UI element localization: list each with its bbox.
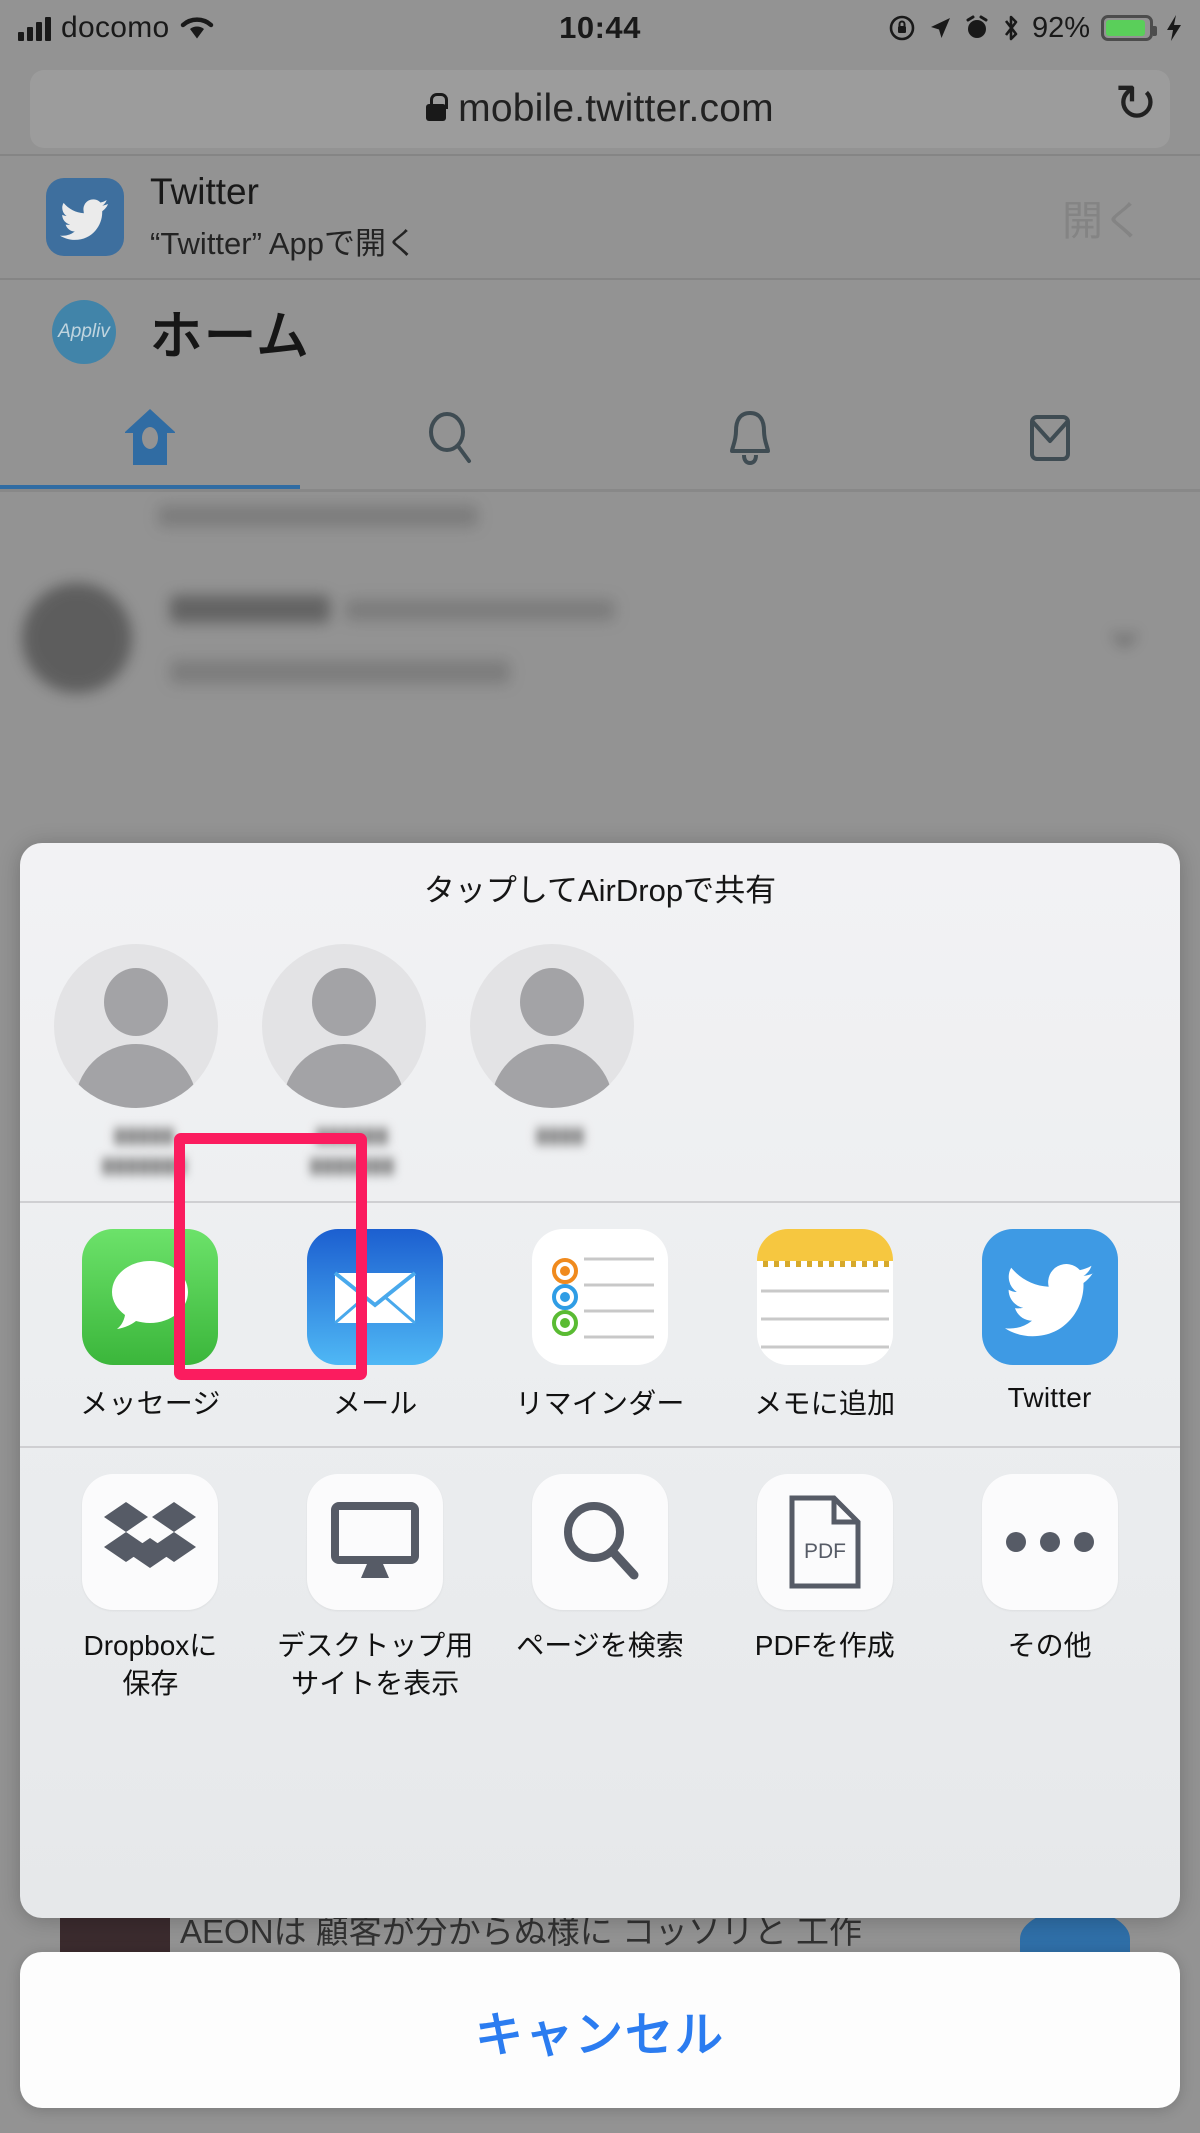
action-label-line1: PDFを作成 xyxy=(754,1630,895,1662)
action-label-line1: Dropboxに xyxy=(83,1630,218,1662)
contact-avatar xyxy=(262,944,426,1108)
action-label: デスクトップ用 サイトを表示 xyxy=(263,1627,488,1703)
ellipsis-icon xyxy=(981,1474,1118,1611)
airdrop-contact[interactable]: ▮▮▮▮▮ ▮▮▮▮▮▮▮ xyxy=(54,944,234,1179)
share-sheet: タップしてAirDropで共有 ▮▮▮▮▮ ▮▮▮▮▮▮▮ ▮▮▮▮▮▮ ▮▮▮▮▮… xyxy=(20,843,1180,1918)
share-app-twitter[interactable]: Twitter xyxy=(937,1229,1162,1422)
action-find-on-page[interactable]: ページを検索 xyxy=(488,1474,713,1703)
airdrop-contact[interactable]: ▮▮▮▮ xyxy=(470,944,650,1179)
mail-icon xyxy=(307,1229,444,1366)
notes-icon xyxy=(756,1229,893,1366)
contact-avatar xyxy=(470,944,634,1108)
action-label: Dropboxに 保存 xyxy=(38,1627,263,1703)
share-app-notes[interactable]: メモに追加 xyxy=(712,1229,937,1422)
action-label-line1: ページを検索 xyxy=(516,1630,684,1662)
action-label: その他 xyxy=(937,1627,1162,1665)
messages-icon xyxy=(82,1229,219,1366)
action-more[interactable]: その他 xyxy=(937,1474,1162,1703)
action-label-line2: 保存 xyxy=(122,1668,179,1700)
action-create-pdf[interactable]: PDF PDFを作成 xyxy=(712,1474,937,1703)
share-apps-row: メッセージ メール リマインダー メモに追加 Twitter xyxy=(20,1203,1180,1432)
cancel-button[interactable]: キャンセル xyxy=(20,1952,1180,2108)
contact-name: ▮▮▮▮▮▮ ▮▮▮▮▮▮▮ xyxy=(309,1122,395,1177)
action-save-to-dropbox[interactable]: Dropboxに 保存 xyxy=(38,1474,263,1703)
pdf-document-icon: PDF xyxy=(756,1474,893,1611)
airdrop-contact[interactable]: ▮▮▮▮▮▮ ▮▮▮▮▮▮▮ xyxy=(262,944,442,1179)
reminders-icon xyxy=(531,1229,668,1366)
app-label: メール xyxy=(332,1388,418,1420)
cancel-label: キャンセル xyxy=(474,2009,725,2062)
airdrop-contacts-row: ▮▮▮▮▮ ▮▮▮▮▮▮▮ ▮▮▮▮▮▮ ▮▮▮▮▮▮▮ ▮▮▮▮ xyxy=(20,910,1180,1179)
share-app-messages[interactable]: メッセージ xyxy=(38,1229,263,1422)
app-label: Twitter xyxy=(1007,1382,1092,1414)
share-app-reminders[interactable]: リマインダー xyxy=(488,1229,713,1422)
contact-avatar xyxy=(54,944,218,1108)
action-request-desktop-site[interactable]: デスクトップ用 サイトを表示 xyxy=(263,1474,488,1703)
action-label-line1: デスクトップ用 xyxy=(277,1630,474,1662)
app-label: リマインダー xyxy=(515,1388,685,1420)
action-label: ページを検索 xyxy=(488,1627,713,1665)
action-label-line1: その他 xyxy=(1007,1630,1092,1662)
svg-text:PDF: PDF xyxy=(804,1540,846,1563)
airdrop-title: タップしてAirDropで共有 xyxy=(423,873,777,908)
desktop-monitor-icon xyxy=(307,1474,444,1611)
contact-name: ▮▮▮▮▮ ▮▮▮▮▮▮▮ xyxy=(101,1122,187,1177)
dropbox-icon xyxy=(82,1474,219,1611)
magnifier-icon xyxy=(531,1474,668,1611)
action-label: PDFを作成 xyxy=(712,1627,937,1665)
share-app-mail[interactable]: メール xyxy=(263,1229,488,1422)
app-label: メッセージ xyxy=(80,1388,221,1420)
share-actions-row: Dropboxに 保存 デスクトップ用 サイトを表示 ページを検索 PDF PD… xyxy=(20,1448,1180,1703)
action-label-line2: サイトを表示 xyxy=(291,1668,460,1700)
contact-name: ▮▮▮▮ xyxy=(535,1122,585,1147)
twitter-icon xyxy=(981,1229,1118,1366)
app-label: メモに追加 xyxy=(754,1388,896,1420)
